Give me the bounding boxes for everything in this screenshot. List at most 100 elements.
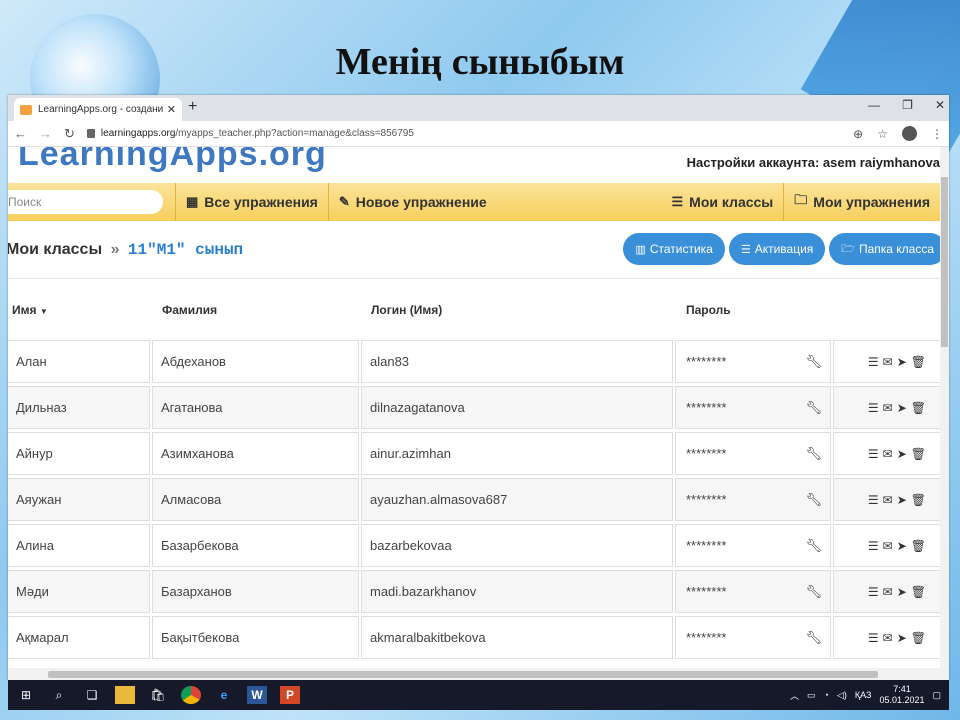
- envelope-icon[interactable]: ✉: [883, 631, 893, 645]
- list-icon[interactable]: ☰: [868, 493, 879, 507]
- task-view-icon[interactable]: ❏: [82, 686, 102, 704]
- cell-first-name[interactable]: Дильназ: [8, 386, 150, 429]
- cell-login[interactable]: madi.bazarkhanov: [361, 570, 673, 613]
- browser-tab[interactable]: LearningApps.org - создание му ✕: [14, 98, 182, 121]
- cell-last-name[interactable]: Бақытбекова: [152, 616, 359, 659]
- new-tab-button[interactable]: +: [188, 98, 197, 116]
- windows-start-icon[interactable]: ⊞: [16, 686, 36, 704]
- wrench-icon[interactable]: 🔧︎: [805, 630, 822, 646]
- envelope-icon[interactable]: ✉: [883, 539, 893, 553]
- horizontal-scrollbar[interactable]: [8, 668, 949, 680]
- forward-icon[interactable]: →: [39, 126, 52, 141]
- cell-first-name[interactable]: Мәди: [8, 570, 150, 613]
- activation-button[interactable]: ☰ Активация: [728, 233, 826, 265]
- wrench-icon[interactable]: 🔧︎: [805, 446, 822, 462]
- url-field[interactable]: learningapps.org/myapps_teacher.php?acti…: [86, 124, 853, 144]
- notifications-icon[interactable]: ▢: [932, 690, 941, 701]
- send-arrow-icon[interactable]: ➤: [897, 493, 907, 507]
- trash-icon[interactable]: 🗑︎: [911, 401, 926, 415]
- wifi-icon[interactable]: ◔: [823, 690, 828, 700]
- menu-my-classes[interactable]: ☰ Мои классы: [662, 183, 784, 221]
- account-settings-link[interactable]: Настройки аккаунта: asem raiymhanova: [687, 155, 940, 170]
- cell-first-name[interactable]: Айнур: [8, 432, 150, 475]
- cell-first-name[interactable]: Алан: [8, 340, 150, 383]
- class-folder-button[interactable]: 🗁 Папка класса: [829, 233, 940, 265]
- profile-avatar-icon[interactable]: [902, 126, 917, 141]
- list-icon[interactable]: ☰: [868, 355, 879, 369]
- search-input[interactable]: Поиск: [8, 190, 163, 214]
- cell-last-name[interactable]: Алмасова: [152, 478, 359, 521]
- envelope-icon[interactable]: ✉: [883, 493, 893, 507]
- wrench-icon[interactable]: 🔧︎: [805, 584, 822, 600]
- breadcrumb-root[interactable]: Мои классы: [8, 241, 102, 258]
- cell-first-name[interactable]: Ақмарал: [8, 616, 150, 659]
- send-arrow-icon[interactable]: ➤: [897, 539, 907, 553]
- send-arrow-icon[interactable]: ➤: [897, 447, 907, 461]
- word-icon[interactable]: W: [247, 686, 267, 704]
- battery-icon[interactable]: ▭: [807, 690, 816, 701]
- window-close-icon[interactable]: ✕: [935, 98, 945, 112]
- volume-icon[interactable]: ◁): [837, 690, 847, 701]
- clock[interactable]: 7:41 05.01.2021: [879, 684, 924, 706]
- wrench-icon[interactable]: 🔧︎: [805, 538, 822, 554]
- wrench-icon[interactable]: 🔧︎: [805, 492, 822, 508]
- cell-login[interactable]: ainur.azimhan: [361, 432, 673, 475]
- restore-icon[interactable]: ❐: [902, 98, 913, 112]
- file-explorer-icon[interactable]: [115, 686, 135, 704]
- list-icon[interactable]: ☰: [868, 539, 879, 553]
- send-arrow-icon[interactable]: ➤: [897, 355, 907, 369]
- chrome-icon[interactable]: [181, 686, 201, 704]
- trash-icon[interactable]: 🗑︎: [911, 539, 926, 553]
- envelope-icon[interactable]: ✉: [883, 355, 893, 369]
- list-icon[interactable]: ☰: [868, 401, 879, 415]
- envelope-icon[interactable]: ✉: [883, 401, 893, 415]
- cell-login[interactable]: ayauzhan.almasova687: [361, 478, 673, 521]
- statistics-button[interactable]: ▥ Статистика: [623, 233, 725, 265]
- site-logo[interactable]: LearningApps.org: [18, 147, 327, 174]
- wrench-icon[interactable]: 🔧︎: [805, 354, 822, 370]
- language-indicator[interactable]: ҚАЗ: [855, 690, 872, 700]
- cell-last-name[interactable]: Агатанова: [152, 386, 359, 429]
- send-arrow-icon[interactable]: ➤: [897, 585, 907, 599]
- trash-icon[interactable]: 🗑︎: [911, 493, 926, 507]
- reload-icon[interactable]: ↻: [64, 126, 75, 142]
- cell-login[interactable]: alan83: [361, 340, 673, 383]
- cell-login[interactable]: akmaralbakitbekova: [361, 616, 673, 659]
- powerpoint-icon[interactable]: P: [280, 686, 300, 704]
- list-icon[interactable]: ☰: [868, 585, 879, 599]
- send-arrow-icon[interactable]: ➤: [897, 631, 907, 645]
- bookmark-star-icon[interactable]: ☆: [877, 127, 888, 141]
- list-icon[interactable]: ☰: [868, 447, 879, 461]
- back-icon[interactable]: ←: [14, 126, 27, 141]
- wrench-icon[interactable]: 🔧︎: [805, 400, 822, 416]
- send-arrow-icon[interactable]: ➤: [897, 401, 907, 415]
- menu-new-exercise[interactable]: ✎ Новое упражнение: [327, 183, 497, 221]
- envelope-icon[interactable]: ✉: [883, 585, 893, 599]
- trash-icon[interactable]: 🗑︎: [911, 355, 926, 369]
- cell-last-name[interactable]: Абдеханов: [152, 340, 359, 383]
- cell-last-name[interactable]: Базарбекова: [152, 524, 359, 567]
- column-first-name[interactable]: Имя ▼: [12, 303, 48, 317]
- cell-login[interactable]: dilnazagatanova: [361, 386, 673, 429]
- cell-first-name[interactable]: Алина: [8, 524, 150, 567]
- zoom-icon[interactable]: ⊕: [853, 127, 863, 141]
- vertical-scrollbar[interactable]: [940, 147, 949, 680]
- cell-login[interactable]: bazarbekovaa: [361, 524, 673, 567]
- cell-first-name[interactable]: Аяужан: [8, 478, 150, 521]
- trash-icon[interactable]: 🗑︎: [911, 631, 926, 645]
- trash-icon[interactable]: 🗑︎: [911, 585, 926, 599]
- cell-last-name[interactable]: Базарханов: [152, 570, 359, 613]
- tab-close-icon[interactable]: ✕: [167, 103, 176, 116]
- tray-chevron-icon[interactable]: ︿: [790, 689, 799, 702]
- edge-icon[interactable]: e: [214, 686, 234, 704]
- menu-my-exercises[interactable]: 🗀 Мои упражнения: [783, 183, 940, 221]
- envelope-icon[interactable]: ✉: [883, 447, 893, 461]
- cell-last-name[interactable]: Азимханова: [152, 432, 359, 475]
- menu-kebab-icon[interactable]: ⋮: [931, 127, 943, 141]
- menu-all-exercises[interactable]: ▦ Все упражнения: [175, 183, 328, 221]
- minimize-icon[interactable]: —: [868, 98, 880, 112]
- store-icon[interactable]: 🛍: [148, 686, 168, 704]
- trash-icon[interactable]: 🗑︎: [911, 447, 926, 461]
- search-icon[interactable]: ⌕: [49, 686, 69, 704]
- list-icon[interactable]: ☰: [868, 631, 879, 645]
